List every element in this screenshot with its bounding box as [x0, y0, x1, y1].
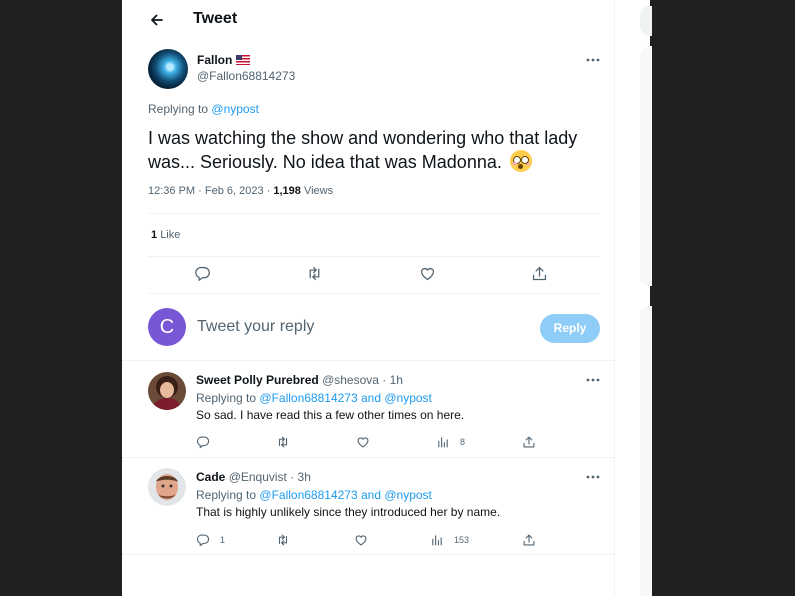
reply-tweet[interactable]: Sweet Polly Purebred @shesova · 1h Reply…: [122, 360, 615, 457]
replying-to: Replying to @Fallon68814273 and @nypost: [196, 391, 432, 405]
tweet-actions: [148, 263, 600, 287]
more-icon[interactable]: [585, 52, 601, 68]
us-flag-icon: [236, 55, 251, 65]
flushed-face-emoji-icon: [509, 150, 532, 172]
reply-actions: 1 153: [196, 530, 596, 548]
retweet-icon[interactable]: [276, 530, 296, 550]
avatar[interactable]: [148, 372, 186, 410]
divider: [148, 213, 600, 214]
sidebar-card-edge: [640, 306, 652, 596]
more-icon[interactable]: [585, 469, 601, 485]
back-arrow-icon[interactable]: [147, 10, 167, 30]
replying-to: Replying to @nypost: [148, 102, 259, 116]
reply-actions: 8: [196, 432, 596, 450]
reply-button[interactable]: Reply: [540, 314, 600, 343]
reply-author-name[interactable]: Sweet Polly Purebred: [196, 373, 319, 387]
search-box-edge[interactable]: [640, 6, 652, 36]
reply-author[interactable]: Sweet Polly Purebred @shesova · 1h: [196, 373, 403, 387]
replying-prefix: Replying to: [196, 488, 257, 502]
avatar[interactable]: [148, 49, 188, 89]
like-icon[interactable]: [356, 432, 376, 452]
reply-text: That is highly unlikely since they intro…: [196, 505, 501, 519]
right-sidebar-edge: [638, 0, 652, 596]
reply-icon[interactable]: [194, 263, 214, 283]
page-title: Tweet: [193, 10, 238, 27]
share-icon[interactable]: [522, 530, 542, 550]
views-count: 153: [454, 535, 470, 545]
author-name[interactable]: Fallon: [197, 53, 232, 67]
share-icon[interactable]: [531, 263, 551, 283]
sidebar-card-edge: [640, 46, 652, 286]
reply-text: So sad. I have read this a few other tim…: [196, 408, 465, 422]
views-icon[interactable]: 8: [436, 432, 465, 452]
reply-input[interactable]: Tweet your reply: [197, 318, 314, 336]
views-label: Views: [303, 185, 334, 197]
compose-avatar[interactable]: C: [148, 308, 186, 346]
replying-to: Replying to @Fallon68814273 and @nypost: [196, 488, 432, 502]
author-name-row[interactable]: Fallon: [197, 53, 251, 67]
replying-to-link[interactable]: @Fallon68814273 and @nypost: [259, 488, 431, 502]
more-icon[interactable]: [585, 372, 601, 388]
retweet-icon[interactable]: [306, 263, 326, 283]
page: Tweet Fallon @Fallon68814273 Replying to…: [122, 0, 652, 596]
reply-count: 1: [220, 535, 226, 545]
retweet-icon[interactable]: [276, 432, 296, 452]
replying-prefix: Replying to: [148, 102, 209, 116]
share-icon[interactable]: [522, 432, 542, 452]
reply-icon[interactable]: [196, 432, 216, 452]
reply-author-handle[interactable]: @Enquvist · 3h: [229, 470, 311, 484]
likes-count: 1: [151, 229, 158, 241]
reply-author-name[interactable]: Cade: [196, 470, 225, 484]
replying-to-link[interactable]: @nypost: [211, 102, 259, 116]
divider: [148, 293, 600, 294]
like-icon[interactable]: [354, 530, 374, 550]
replying-prefix: Replying to: [196, 391, 257, 405]
tweet-text: I was watching the show and wondering wh…: [148, 127, 603, 174]
main-column: Tweet Fallon @Fallon68814273 Replying to…: [122, 0, 615, 596]
tweet-time[interactable]: 12:36 PM · Feb 6, 2023 ·: [148, 185, 270, 197]
views-count: 1,198: [273, 185, 301, 197]
avatar[interactable]: [148, 468, 186, 506]
replying-to-link[interactable]: @Fallon68814273 and @nypost: [259, 391, 431, 405]
author-handle[interactable]: @Fallon68814273: [197, 69, 295, 83]
like-icon[interactable]: [419, 263, 439, 283]
divider: [148, 256, 600, 257]
reply-tweet[interactable]: Cade @Enquvist · 3h Replying to @Fallon6…: [122, 457, 615, 555]
views-icon[interactable]: 153: [430, 530, 469, 550]
reply-author-handle[interactable]: @shesova · 1h: [322, 373, 403, 387]
views-count: 8: [460, 437, 466, 447]
reply-author[interactable]: Cade @Enquvist · 3h: [196, 470, 311, 484]
header: Tweet: [122, 0, 615, 40]
likes-label: Like: [160, 229, 181, 241]
tweet-meta: 12:36 PM · Feb 6, 2023 · 1,198 Views: [148, 185, 333, 197]
reply-icon[interactable]: 1: [196, 530, 225, 550]
likes-row[interactable]: 1 Like: [151, 229, 180, 241]
